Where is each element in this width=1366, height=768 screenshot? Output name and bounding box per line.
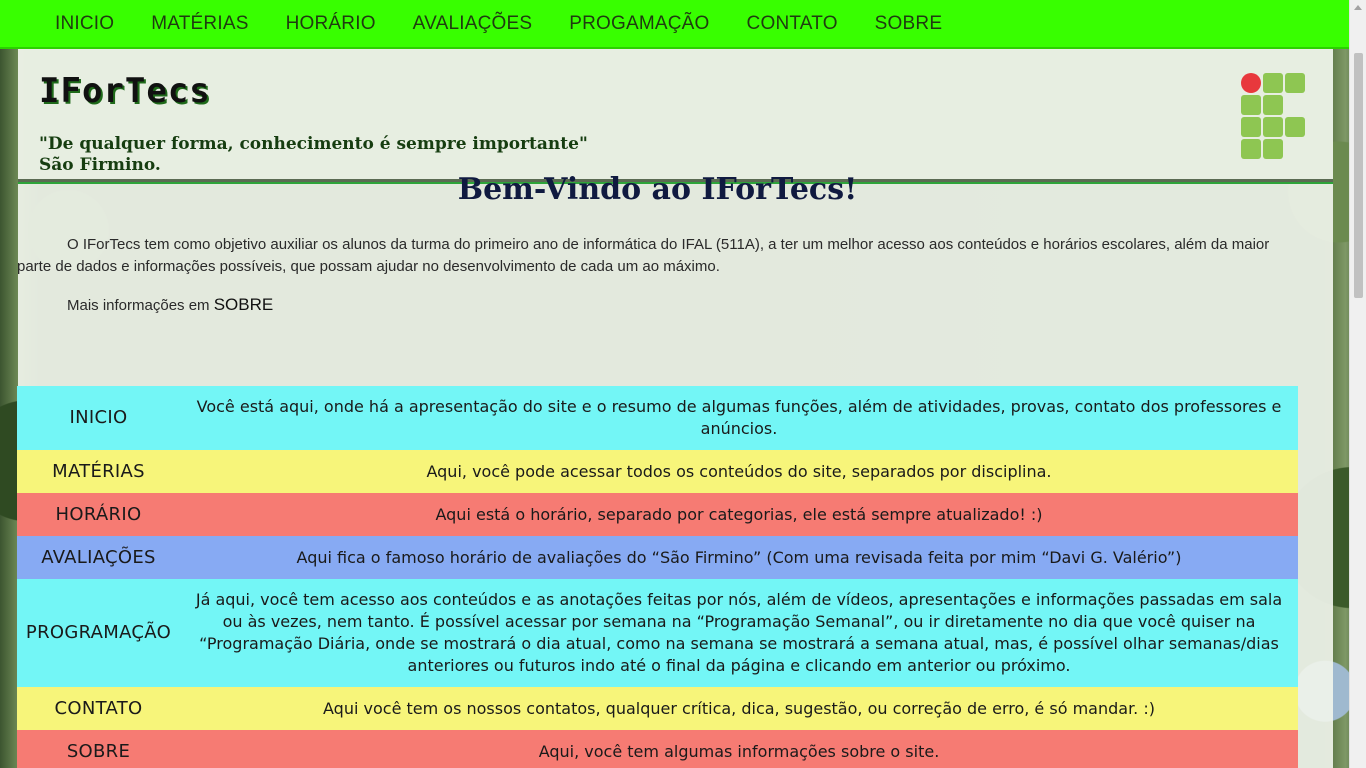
scroll-up-arrow-icon[interactable] (1354, 5, 1362, 10)
page-title: Bem-Vindo ao IForTecs! (457, 172, 858, 207)
vertical-scrollbar[interactable] (1349, 0, 1366, 768)
header-quote: "De qualquer forma, conhecimento é sempr… (39, 134, 588, 176)
if-institute-logo-icon (1241, 73, 1307, 161)
table-row: HORÁRIO Aqui está o horário, separado po… (17, 493, 1298, 536)
row-label: HORÁRIO (55, 503, 142, 525)
table-row: MATÉRIAS Aqui, você pode acessar todos o… (17, 450, 1298, 493)
row-description: Aqui você tem os nossos contatos, qualqu… (323, 698, 1155, 718)
row-label: PROGRAMAÇÃO (25, 622, 172, 643)
row-label: INICIO (69, 407, 128, 428)
table-row: AVALIAÇÕES Aqui fica o famoso horário de… (17, 536, 1298, 579)
main-content: Bem-Vindo ao IForTecs! O IForTecs tem co… (17, 172, 1298, 768)
row-description: Aqui, você pode acessar todos os conteúd… (426, 461, 1052, 481)
nav-item-progamacao[interactable]: PROGAMAÇÃO (569, 13, 709, 35)
table-row: INICIO Você está aqui, onde há a apresen… (17, 386, 1298, 450)
row-description: Aqui, você tem algumas informações sobre… (538, 741, 940, 761)
nav-item-inicio[interactable]: INICIO (55, 13, 114, 35)
quote-line: "De qualquer forma, conhecimento é sempr… (39, 134, 588, 154)
nav-item-contato[interactable]: CONTATO (747, 13, 838, 35)
top-navigation: INICIO MATÉRIAS HORÁRIO AVALIAÇÕES PROGA… (0, 0, 1366, 49)
nav-item-horario[interactable]: HORÁRIO (286, 13, 376, 35)
intro-paragraph: O IForTecs tem como objetivo auxiliar os… (17, 236, 1270, 275)
row-description: Aqui está o horário, separado por catego… (435, 504, 1043, 524)
table-row: SOBRE Aqui, você tem algumas informações… (17, 730, 1298, 768)
row-description: Aqui fica o famoso horário de avaliações… (296, 547, 1182, 567)
scrollbar-thumb[interactable] (1354, 53, 1363, 298)
sections-table: INICIO Você está aqui, onde há a apresen… (17, 386, 1298, 768)
row-label: SOBRE (66, 740, 131, 762)
row-label: AVALIAÇÕES (41, 546, 156, 568)
row-label: CONTATO (54, 697, 143, 719)
more-info-prefix: Mais informações em (67, 297, 210, 314)
table-row: CONTATO Aqui você tem os nossos contatos… (17, 687, 1298, 730)
row-description: Você está aqui, onde há a apresentação d… (196, 397, 1282, 438)
nav-item-sobre[interactable]: SOBRE (875, 13, 943, 35)
row-label: MATÉRIAS (52, 460, 145, 482)
more-info-line: Mais informações em SOBRE (67, 295, 1298, 315)
table-row: PROGRAMAÇÃO Já aqui, você tem acesso aos… (17, 579, 1298, 687)
site-logo-text: IForTecs (39, 71, 211, 111)
nav-item-materias[interactable]: MATÉRIAS (151, 13, 248, 35)
row-description: Já aqui, você tem acesso aos conteúdos e… (195, 590, 1283, 675)
sobre-link[interactable]: SOBRE (214, 295, 274, 314)
nav-item-avaliacoes[interactable]: AVALIAÇÕES (413, 13, 533, 35)
site-header: IForTecs "De qualquer forma, conheciment… (18, 49, 1333, 184)
